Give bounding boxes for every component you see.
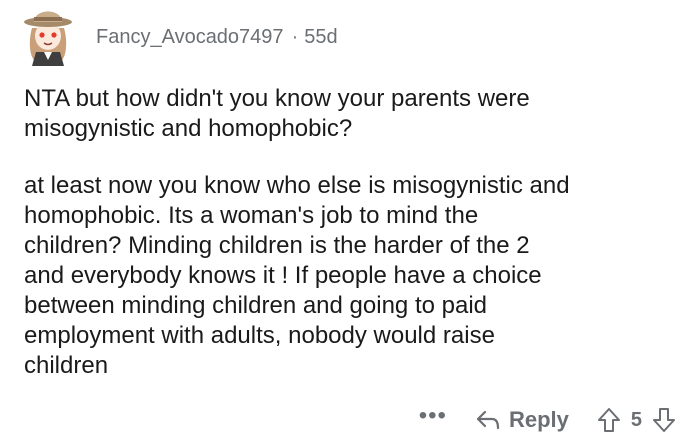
downvote-arrow-icon[interactable] [652, 407, 676, 433]
reply-label: Reply [508, 407, 569, 432]
username[interactable]: Fancy_Avocado7497 [96, 26, 284, 48]
comment: Fancy_Avocado7497 · 55d NTA but how didn't… [0, 0, 700, 443]
comment-paragraph: at least now you know who else is misogy… [24, 172, 570, 379]
reply-icon [476, 410, 500, 430]
comment-actions: ••• Reply 5 [419, 402, 676, 438]
comment-header: Fancy_Avocado7497 · 55d [96, 24, 338, 50]
comment-body: NTA but how didn't you know your parents… [24, 84, 674, 381]
more-options-button[interactable]: ••• [419, 404, 447, 428]
reply-button[interactable]: Reply [475, 407, 569, 433]
comment-paragraph: NTA but how didn't you know your parents… [24, 85, 530, 142]
vote-controls: 5 [597, 407, 676, 433]
upvote-arrow-icon[interactable] [597, 407, 621, 433]
separator-dot: · [291, 26, 299, 48]
avatar-image [24, 11, 72, 66]
avatar[interactable] [20, 2, 76, 66]
comment-age: 55d [304, 26, 338, 48]
vote-count: 5 [630, 408, 642, 431]
